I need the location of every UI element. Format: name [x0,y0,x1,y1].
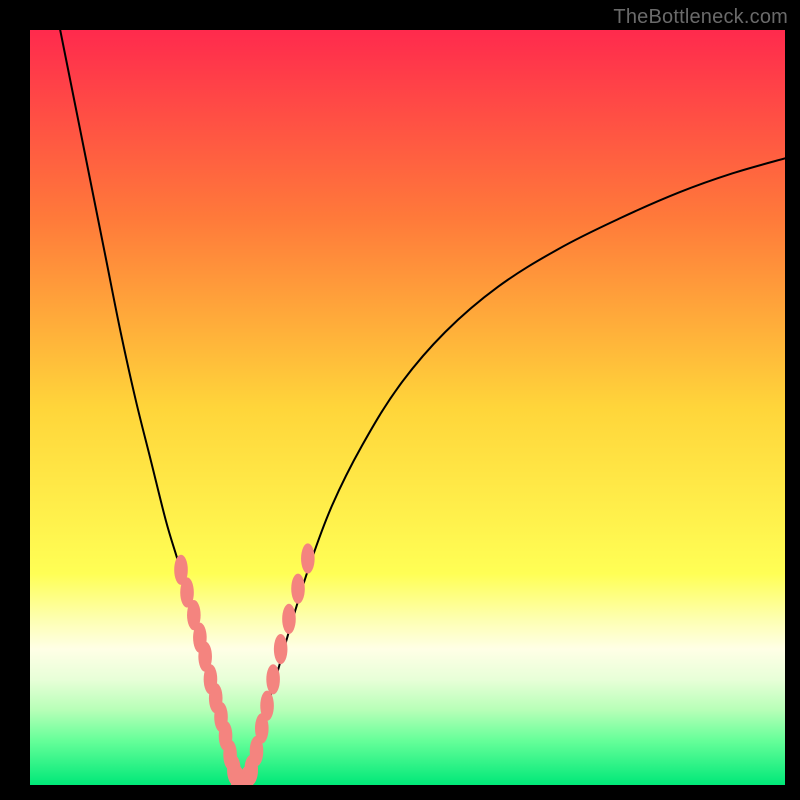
scatter-point [301,543,315,573]
plot-area [30,30,785,785]
gradient-background [30,30,785,785]
watermark-text: TheBottleneck.com [613,6,788,29]
scatter-point [282,604,296,634]
scatter-point [266,664,280,694]
scatter-point [274,634,288,664]
scatter-point [260,691,274,721]
scatter-point [291,574,305,604]
chart-frame: TheBottleneck.com [0,0,800,800]
chart-svg [30,30,785,785]
